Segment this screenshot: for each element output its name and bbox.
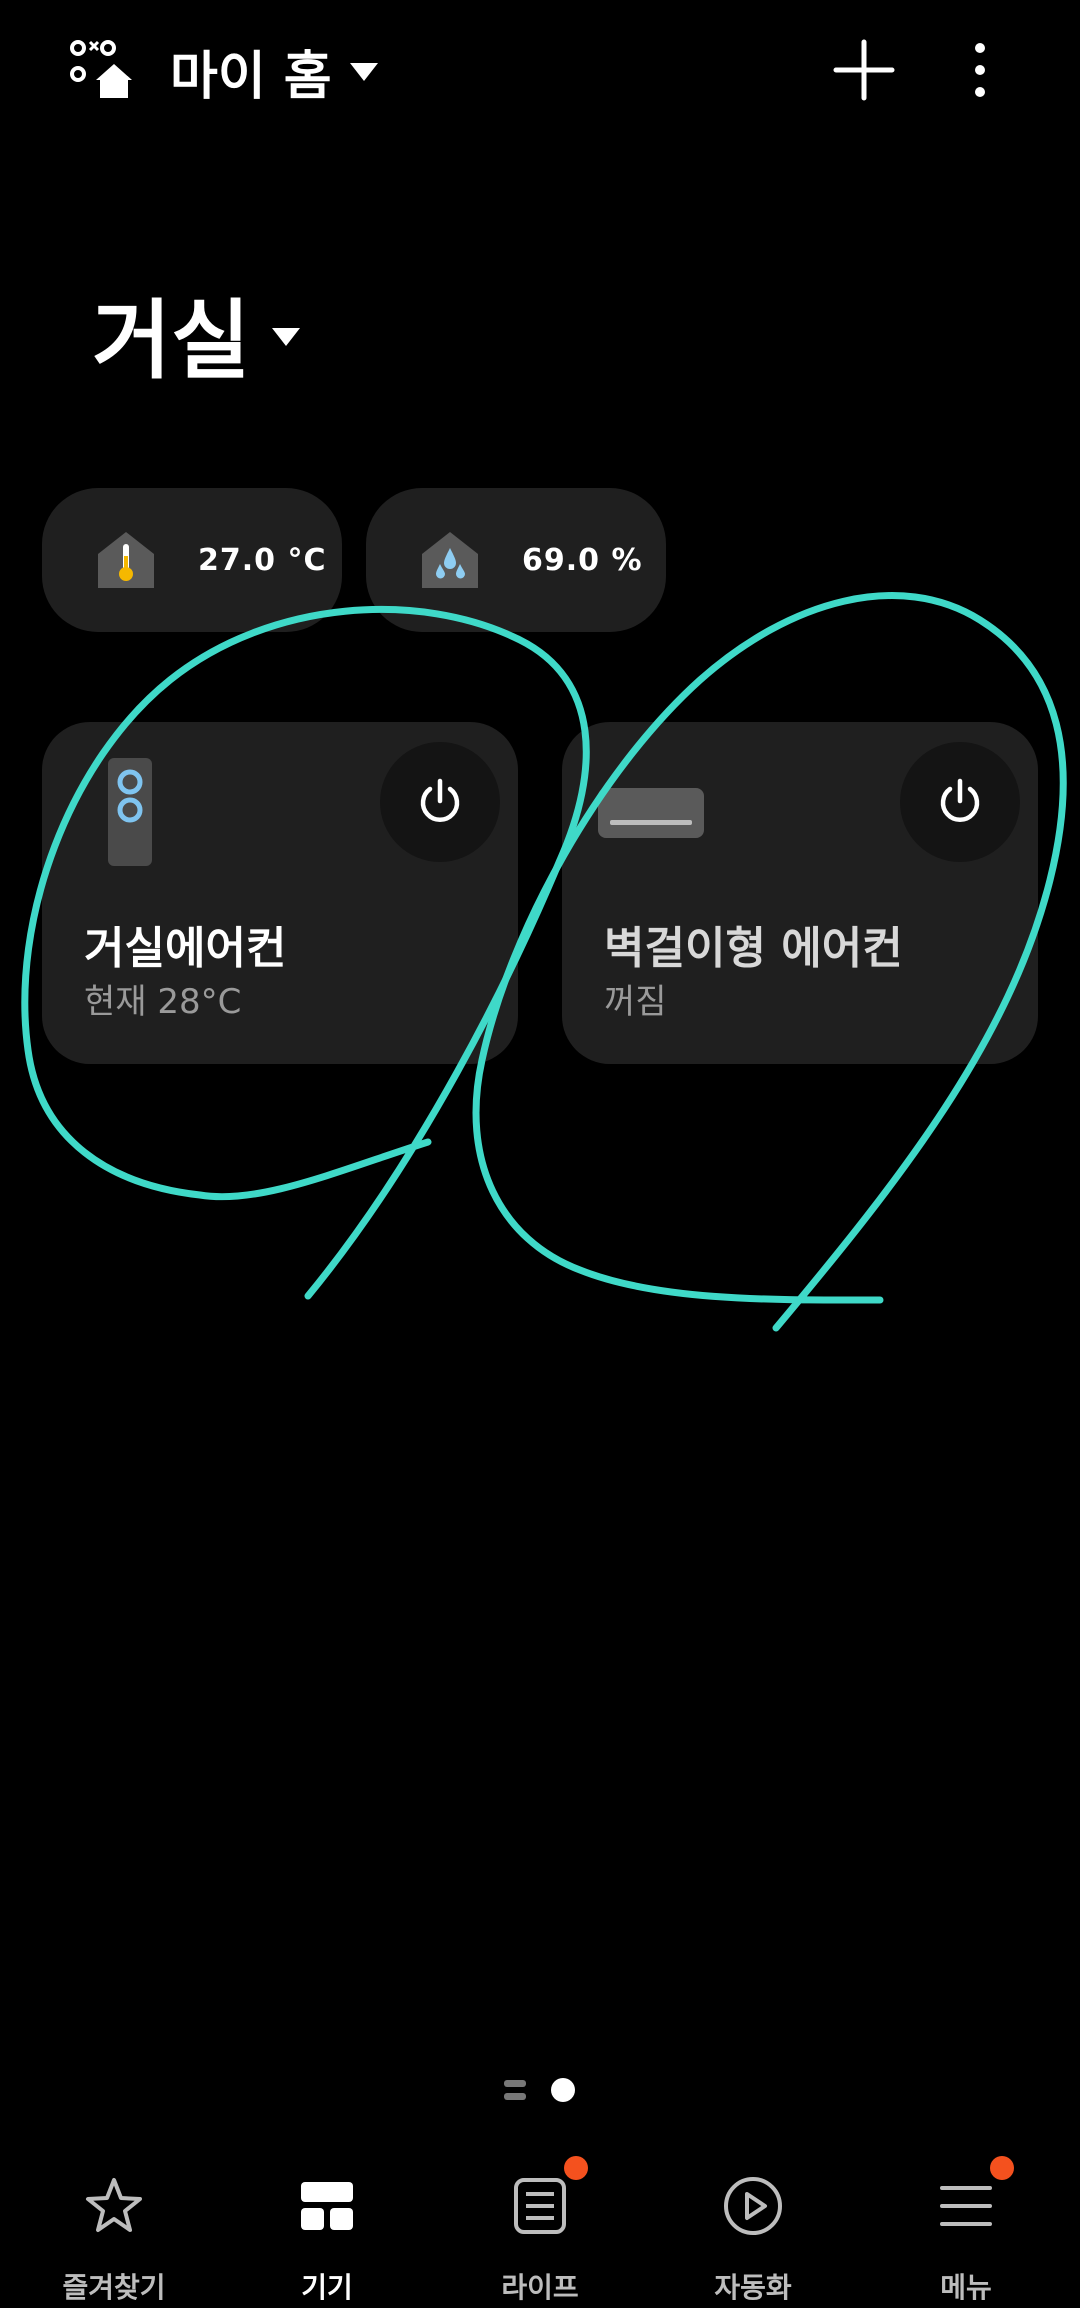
hand-drawn-annotation (21, 592, 1067, 1332)
notification-badge (564, 2156, 588, 2180)
nav-label: 기기 (301, 2271, 353, 2304)
nav-label: 즐겨찾기 (62, 2271, 166, 2304)
devices-grid-icon (301, 2182, 353, 2230)
nav-devices[interactable]: 기기 (247, 2174, 407, 2304)
nav-life[interactable]: 라이프 (460, 2156, 620, 2304)
nav-label: 메뉴 (940, 2271, 992, 2304)
notification-badge (990, 2156, 1014, 2180)
bottom-navigation: 즐겨찾기 기기 라이프 자동화 메뉴 (0, 2156, 1080, 2308)
nav-menu[interactable]: 메뉴 (886, 2156, 1046, 2304)
nav-label: 라이프 (501, 2271, 579, 2304)
nav-automation[interactable]: 자동화 (673, 2174, 833, 2304)
life-icon (514, 2178, 566, 2234)
nav-favorites[interactable]: 즐겨찾기 (34, 2174, 194, 2304)
menu-icon (940, 2186, 992, 2226)
play-circle-icon (724, 2177, 782, 2235)
star-icon (86, 2178, 142, 2232)
nav-label: 자동화 (714, 2271, 792, 2304)
page-indicator[interactable] (500, 2074, 580, 2108)
